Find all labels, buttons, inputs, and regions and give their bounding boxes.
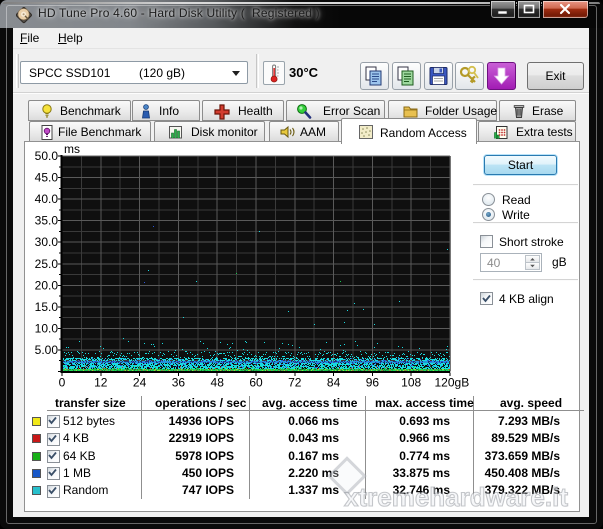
svg-text:36: 36 <box>172 376 186 390</box>
svg-text:60: 60 <box>249 376 263 390</box>
svg-text:35.0: 35.0 <box>35 214 59 228</box>
svg-text:24: 24 <box>133 376 147 390</box>
svg-text:5.00: 5.00 <box>35 343 59 357</box>
svg-text:96: 96 <box>366 376 380 390</box>
svg-text:ms: ms <box>64 142 80 156</box>
svg-text:48: 48 <box>211 376 225 390</box>
svg-text:45.0: 45.0 <box>35 171 59 185</box>
svg-text:30.0: 30.0 <box>35 235 59 249</box>
svg-text:15.0: 15.0 <box>35 300 59 314</box>
svg-text:120gB: 120gB <box>435 376 470 390</box>
svg-text:12: 12 <box>94 376 108 390</box>
svg-text:10.0: 10.0 <box>35 321 59 335</box>
svg-text:50.0: 50.0 <box>35 149 59 163</box>
svg-text:72: 72 <box>288 376 302 390</box>
svg-text:0: 0 <box>59 376 66 390</box>
svg-text:84: 84 <box>327 376 341 390</box>
svg-text:108: 108 <box>401 376 421 390</box>
svg-text:40.0: 40.0 <box>35 192 59 206</box>
svg-text:25.0: 25.0 <box>35 257 59 271</box>
svg-text:20.0: 20.0 <box>35 278 59 292</box>
